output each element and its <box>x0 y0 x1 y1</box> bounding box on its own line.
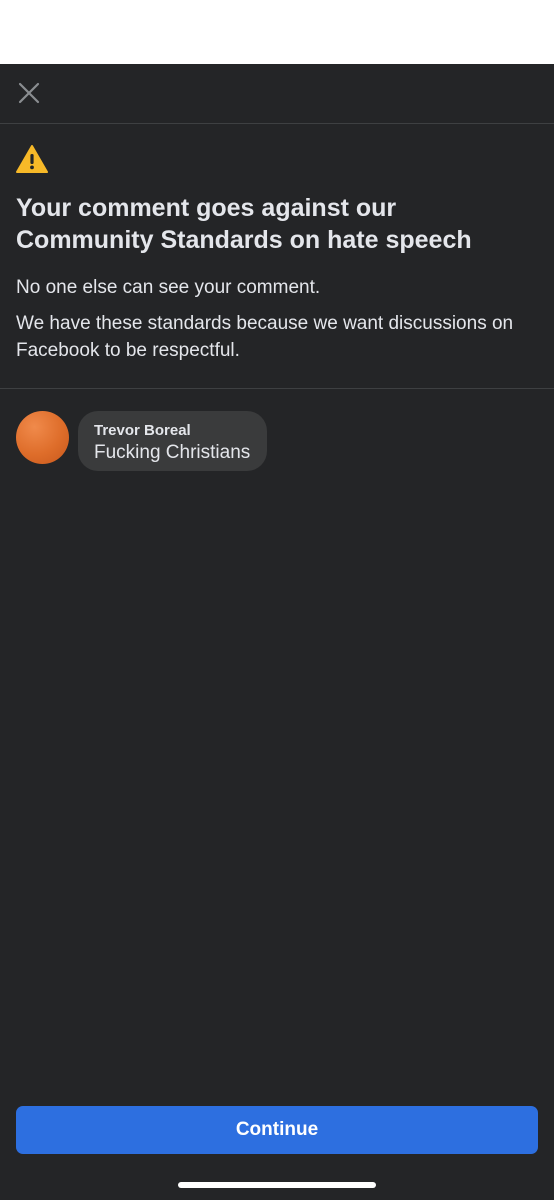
content-divider <box>0 388 554 389</box>
notice-title: Your comment goes against our Community … <box>16 194 472 254</box>
notice-message-reason: We have these standards because we want … <box>16 313 514 361</box>
comment-text: Fucking Christians <box>94 442 251 463</box>
warning-icon <box>16 145 48 173</box>
avatar <box>16 411 69 464</box>
comment-bubble: Trevor Boreal Fucking Christians <box>78 411 268 471</box>
home-indicator <box>178 1182 376 1188</box>
continue-button[interactable]: Continue <box>16 1106 538 1154</box>
top-divider <box>0 123 554 124</box>
top-bar <box>0 64 554 123</box>
notice-message-visibility: No one else can see your comment. <box>16 277 321 298</box>
comment-author: Trevor Boreal <box>94 422 191 439</box>
status-bar-area <box>0 0 554 64</box>
close-button[interactable] <box>12 76 46 110</box>
hate-speech-notice-sheet: Your comment goes against our Community … <box>0 64 554 1200</box>
close-icon <box>18 82 40 104</box>
